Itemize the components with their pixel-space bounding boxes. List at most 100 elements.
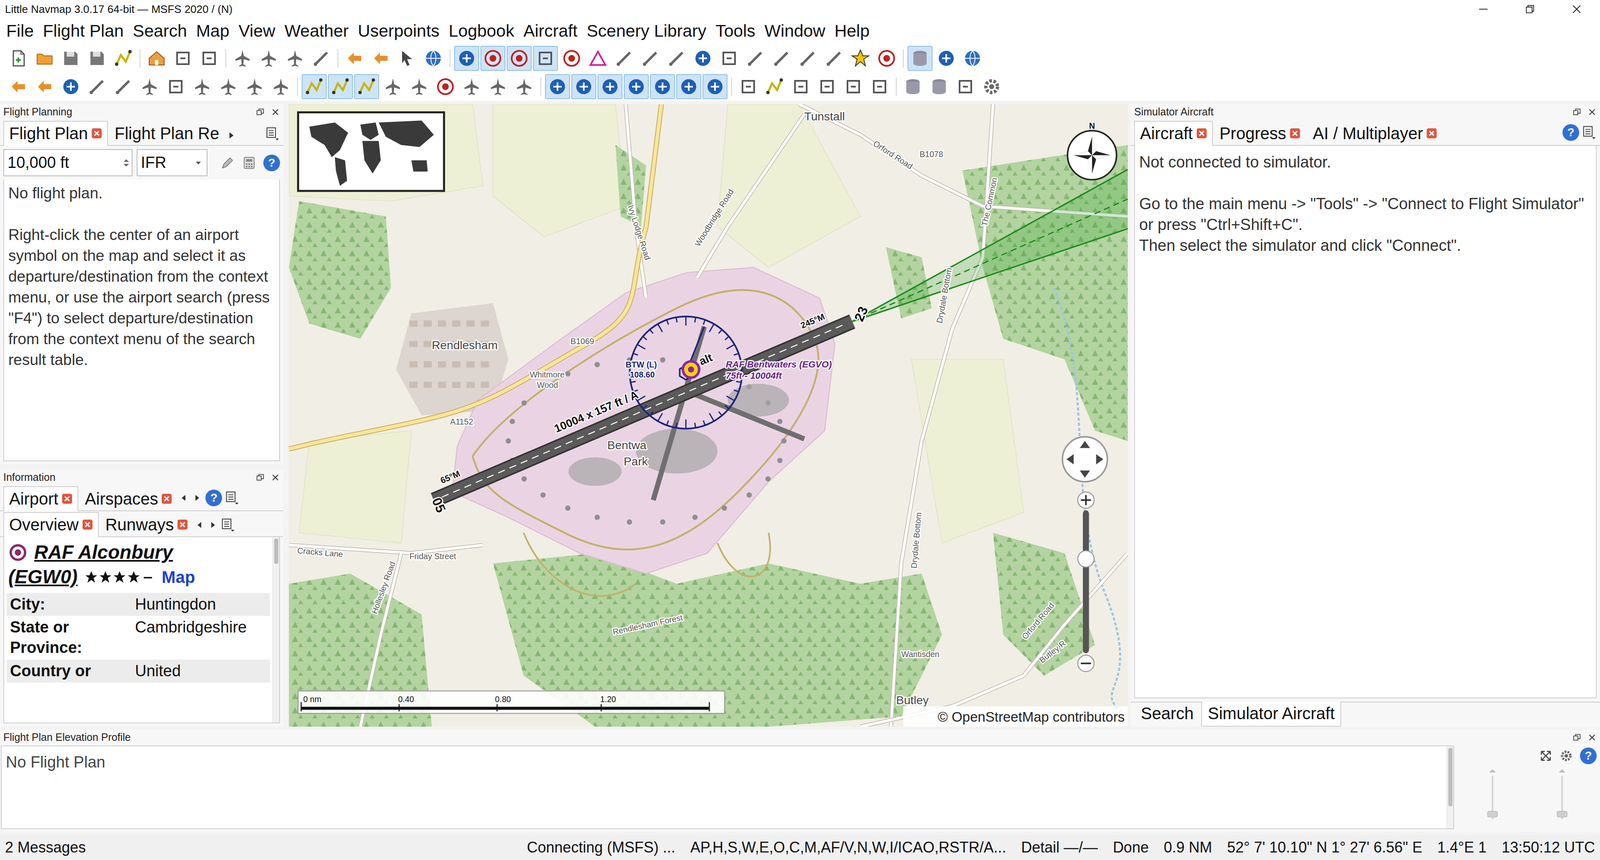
toolbar-button[interactable] — [585, 45, 611, 71]
help-button[interactable]: ? — [1580, 747, 1597, 765]
toolbar-button[interactable] — [690, 45, 716, 71]
toolbar-button[interactable] — [532, 45, 558, 71]
close-icon[interactable] — [270, 107, 280, 117]
tab[interactable]: Airspaces — [79, 486, 179, 512]
scroll-right-icon[interactable] — [225, 130, 237, 141]
map-view[interactable]: TunstallOrford RoadB1078Ivy Lodge RoadWo… — [288, 104, 1128, 727]
zoom-in-icon[interactable] — [1077, 492, 1095, 509]
toolbar-button[interactable] — [230, 45, 255, 71]
toolbar-button[interactable] — [420, 45, 446, 71]
zoom-out-icon[interactable] — [1077, 655, 1095, 672]
float-icon[interactable] — [1572, 732, 1582, 743]
map-attribution[interactable]: © OpenStreetMap contributors — [937, 709, 1125, 725]
toolbar-button[interactable] — [611, 45, 637, 71]
zoom-track[interactable] — [1082, 510, 1090, 654]
toolbar-button[interactable] — [814, 74, 840, 100]
toolbar-button[interactable] — [480, 45, 506, 71]
toolbar-button[interactable] — [144, 45, 170, 71]
menu-item[interactable]: View — [233, 20, 280, 42]
scroll-left-icon[interactable] — [194, 520, 205, 530]
help-button[interactable]: ? — [205, 489, 223, 507]
menu-item[interactable]: Help — [830, 20, 875, 42]
close-icon[interactable] — [270, 472, 280, 483]
close-tab-icon[interactable] — [82, 519, 93, 530]
flight-rule-combo[interactable]: IFR — [136, 149, 208, 177]
menu-item[interactable]: Weather — [280, 20, 354, 42]
menu-icon[interactable] — [221, 517, 236, 533]
toolbar-button[interactable] — [354, 74, 380, 100]
toolbar-button[interactable] — [5, 45, 31, 71]
scroll-right-icon[interactable] — [192, 492, 203, 503]
toolbar-button[interactable] — [406, 74, 432, 100]
toolbar-button[interactable] — [368, 45, 394, 71]
edit-icon[interactable] — [220, 155, 235, 171]
toolbar-button[interactable] — [840, 74, 866, 100]
close-tab-icon[interactable] — [1289, 127, 1301, 139]
toolbar-button[interactable] — [163, 74, 189, 100]
close-tab-icon[interactable] — [1426, 127, 1438, 139]
toolbar-button[interactable] — [394, 45, 420, 71]
toolbar-button[interactable] — [769, 45, 795, 71]
toolbar-button[interactable] — [84, 74, 110, 100]
dock-tab[interactable]: Search — [1134, 701, 1201, 727]
toolbar-button[interactable] — [559, 45, 585, 71]
toolbar-button[interactable] — [716, 45, 742, 71]
toolbar-button[interactable] — [196, 45, 222, 71]
tab[interactable]: Aircraft — [1134, 120, 1213, 146]
tab[interactable]: AI / Multiplayer — [1307, 120, 1444, 146]
toolbar-button[interactable] — [907, 45, 933, 71]
toolbar-button[interactable] — [137, 74, 163, 100]
menu-item[interactable]: Window — [760, 20, 830, 42]
toolbar-button[interactable] — [597, 74, 623, 100]
toolbar-button[interactable] — [900, 74, 926, 100]
toolbar-button[interactable] — [84, 45, 110, 71]
float-icon[interactable] — [255, 107, 265, 117]
tab[interactable]: Flight Plan Re — [108, 120, 225, 146]
toolbar-button[interactable] — [380, 74, 406, 100]
toolbar-button[interactable] — [301, 74, 327, 100]
toolbar-button[interactable] — [979, 74, 1005, 100]
toolbar-button[interactable] — [459, 74, 485, 100]
toolbar-button[interactable] — [327, 74, 353, 100]
close-tab-icon[interactable] — [91, 127, 103, 139]
toolbar-button[interactable] — [960, 45, 985, 71]
scroll-left-icon[interactable] — [178, 492, 189, 503]
toolbar-button[interactable] — [32, 74, 58, 100]
close-window-icon[interactable] — [1570, 2, 1583, 16]
toolbar-button[interactable] — [664, 45, 690, 71]
scrollbar[interactable] — [1446, 746, 1454, 829]
toolbar-button[interactable] — [867, 74, 893, 100]
toolbar-button[interactable] — [795, 45, 821, 71]
menu-item[interactable]: Tools — [710, 20, 760, 42]
scrollbar[interactable] — [272, 537, 280, 723]
compass-rose[interactable]: N — [1067, 121, 1117, 180]
close-icon[interactable] — [1587, 732, 1597, 743]
toolbar-button[interactable] — [847, 45, 873, 71]
map-link[interactable]: Map — [161, 564, 195, 590]
zoom-knob[interactable] — [1077, 550, 1095, 568]
close-tab-icon[interactable] — [1196, 127, 1208, 139]
toolbar-button[interactable] — [58, 74, 84, 100]
toolbar-button[interactable] — [256, 45, 282, 71]
toolbar-button[interactable] — [454, 45, 480, 71]
close-icon[interactable] — [1587, 107, 1597, 117]
status-field[interactable]: 2 Messages — [5, 836, 86, 859]
spin-arrows-icon[interactable] — [120, 157, 132, 169]
menu-icon[interactable] — [265, 126, 280, 141]
toolbar-button[interactable] — [485, 74, 511, 100]
toolbar-button[interactable] — [762, 74, 788, 100]
toolbar-button[interactable] — [242, 74, 268, 100]
menu-item[interactable]: Search — [128, 20, 192, 42]
help-button[interactable]: ? — [263, 154, 280, 172]
toolbar-button[interactable] — [432, 74, 458, 100]
toolbar-button[interactable] — [821, 45, 847, 71]
scroll-right-icon[interactable] — [207, 520, 218, 530]
toolbar-button[interactable] — [511, 74, 537, 100]
toolbar-button[interactable] — [110, 74, 136, 100]
toolbar-button[interactable] — [58, 45, 84, 71]
toolbar-button[interactable] — [702, 74, 728, 100]
toolbar-button[interactable] — [623, 74, 649, 100]
expand-icon[interactable] — [1539, 749, 1553, 763]
toolbar-button[interactable] — [926, 74, 952, 100]
toolbar-button[interactable] — [308, 45, 334, 71]
